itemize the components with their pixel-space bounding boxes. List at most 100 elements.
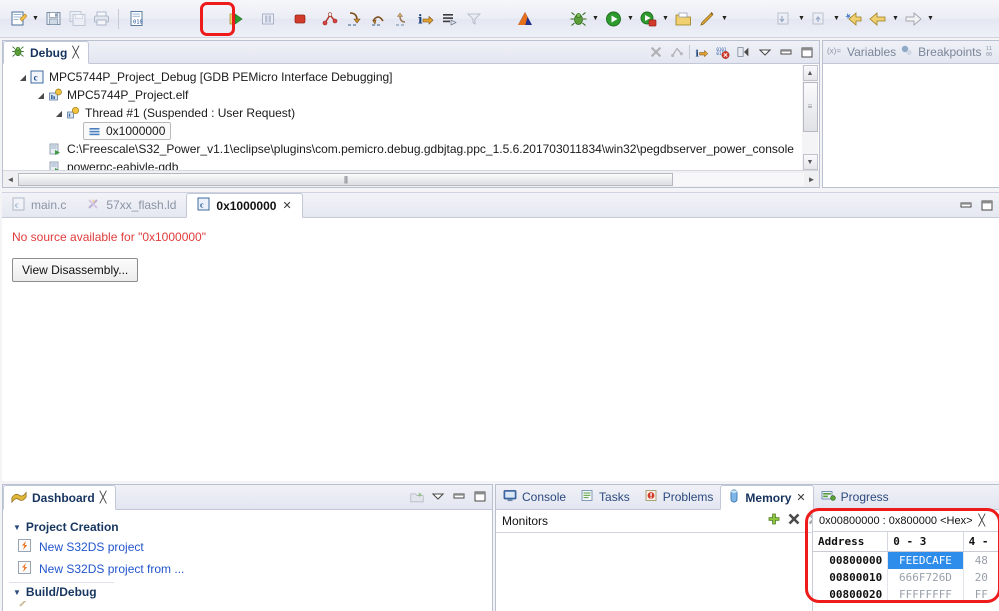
tab-tasks[interactable]: Tasks	[573, 485, 637, 509]
tab-debug[interactable]: Debug ╳	[3, 41, 89, 64]
forward-arrow-icon[interactable]	[901, 7, 925, 31]
bug-icon[interactable]	[566, 7, 590, 31]
tab-dashboard[interactable]: Dashboard ╳	[3, 485, 117, 510]
close-icon[interactable]: ╳	[979, 514, 986, 527]
last-edit-icon[interactable]	[842, 7, 866, 31]
table-row[interactable]: 00800020 FFFFFFFF FF	[813, 586, 999, 603]
tree-row[interactable]: ◢ MPC5744P_Project.elf	[7, 86, 819, 104]
scroll-down-button[interactable]: ▼	[802, 154, 818, 170]
add-monitor-icon[interactable]	[767, 512, 781, 529]
tree-row[interactable]: 0x1000000	[7, 122, 819, 140]
maximize-icon[interactable]	[471, 487, 489, 505]
dashboard-section-project-creation[interactable]: ▼ Project Creation	[9, 518, 492, 536]
dashboard-link-build-all[interactable]	[9, 601, 492, 607]
scrollbar-thumb[interactable]: ≡	[802, 82, 818, 132]
dashboard-section-build-debug[interactable]: ▼ Build/Debug	[9, 582, 114, 601]
expand-twisty-icon[interactable]: ◢	[53, 109, 65, 118]
external-tools-dropdown-arrow[interactable]: ▼	[660, 8, 671, 30]
view-menu-icon[interactable]	[429, 487, 447, 505]
tab-0x1000000[interactable]: c 0x1000000 ✕	[186, 193, 303, 218]
maximize-icon[interactable]	[978, 196, 996, 214]
expand-twisty-icon[interactable]: ◢	[35, 91, 47, 100]
disconnect-icon[interactable]	[318, 7, 342, 31]
instruction-stepping-mode-icon[interactable]: i	[693, 43, 711, 61]
step-over-icon[interactable]	[366, 7, 390, 31]
expand-twisty-icon[interactable]: ◢	[17, 73, 29, 82]
memory-cell[interactable]: 666F726D	[887, 569, 964, 586]
run-icon[interactable]	[601, 7, 625, 31]
open-dashboard-icon[interactable]	[408, 487, 426, 505]
debug-dropdown-arrow[interactable]: ▼	[590, 8, 601, 30]
toggle-step-filters-icon[interactable]: 0101 0110	[714, 43, 732, 61]
remove-monitor-icon[interactable]	[787, 512, 801, 529]
tab-main-c[interactable]: c main.c	[2, 193, 76, 217]
next-annotation-dropdown-arrow[interactable]: ▼	[796, 8, 807, 30]
save-icon[interactable]	[41, 7, 65, 31]
terminate-icon[interactable]	[288, 7, 312, 31]
show-debug-toolbar-icon[interactable]	[735, 43, 753, 61]
pex-mountain-icon[interactable]	[514, 7, 538, 31]
tab-console[interactable]: Console	[496, 485, 573, 509]
resume-icon[interactable]	[224, 7, 248, 31]
table-row[interactable]: 00800010 666F726D 20	[813, 569, 999, 586]
open-folder-icon[interactable]	[671, 7, 695, 31]
table-row[interactable]: 00800000 FEEDCAFE 48	[813, 551, 999, 569]
search-dropdown-arrow[interactable]: ▼	[719, 8, 730, 30]
memory-cell[interactable]: FF	[963, 586, 999, 603]
memory-rendering-tab[interactable]: 0x00800000 : 0x800000 <Hex> ╳	[813, 510, 999, 532]
hex-file-icon[interactable]: 010	[124, 7, 148, 31]
new-file-icon[interactable]	[6, 7, 30, 31]
close-icon[interactable]: ✕	[282, 199, 291, 212]
scrollbar-thumb[interactable]: |||	[18, 172, 673, 186]
back-dropdown-arrow[interactable]: ▼	[890, 8, 901, 30]
memory-column-0-3[interactable]: 0 - 3	[887, 532, 964, 552]
memory-cell[interactable]: FEEDCAFE	[887, 551, 964, 569]
tab-breakpoints[interactable]: Breakpoints	[900, 44, 982, 60]
drop-to-frame-icon[interactable]	[438, 7, 462, 31]
close-icon[interactable]: ╳	[100, 491, 107, 504]
minimize-icon[interactable]	[957, 196, 975, 214]
tree-row[interactable]: C:\Freescale\S32_Power_v1.1\eclipse\plug…	[7, 140, 819, 158]
scrollbar-track[interactable]: |||	[18, 172, 804, 186]
debug-tree-horizontal-scrollbar[interactable]: ◄ ||| ►	[3, 170, 819, 187]
minimize-icon[interactable]	[777, 43, 795, 61]
tab-linker-script[interactable]: 57xx_flash.ld	[76, 193, 186, 217]
tab-progress[interactable]: Progress	[814, 485, 896, 509]
instruction-step-icon[interactable]: i	[414, 7, 438, 31]
close-icon[interactable]: ╳	[72, 46, 79, 59]
new-file-dropdown-arrow[interactable]: ▼	[30, 8, 41, 30]
external-tools-icon[interactable]	[636, 7, 660, 31]
step-return-icon[interactable]	[390, 7, 414, 31]
chevron-down-icon[interactable]: ▼	[13, 523, 21, 532]
tab-variables[interactable]: (x)= Variables	[827, 44, 896, 60]
run-dropdown-arrow[interactable]: ▼	[625, 8, 636, 30]
forward-dropdown-arrow[interactable]: ▼	[925, 8, 936, 30]
memory-column-4-7[interactable]: 4 -	[963, 532, 999, 552]
scroll-right-button[interactable]: ►	[804, 175, 819, 184]
memory-cell[interactable]: FFFFFFFF	[887, 586, 964, 603]
memory-cell[interactable]: 20	[963, 569, 999, 586]
tab-registers[interactable]: 11 00	[986, 44, 996, 60]
tab-problems[interactable]: Problems	[637, 485, 721, 509]
tab-memory[interactable]: Memory ✕	[720, 485, 814, 510]
scroll-up-button[interactable]: ▲	[802, 65, 818, 81]
pencil-search-icon[interactable]	[695, 7, 719, 31]
step-into-icon[interactable]	[342, 7, 366, 31]
view-disassembly-button[interactable]: View Disassembly...	[12, 258, 139, 282]
chevron-down-icon[interactable]: ▼	[13, 588, 21, 597]
view-menu-icon[interactable]	[756, 43, 774, 61]
tree-row[interactable]: ◢ c MPC5744P_Project_Debug [GDB PEMicro …	[7, 68, 819, 86]
minimize-icon[interactable]	[450, 487, 468, 505]
memory-column-address[interactable]: Address	[813, 532, 889, 552]
maximize-icon[interactable]	[798, 43, 816, 61]
tree-row[interactable]: ◢ Thread #1 (Suspended : User Request)	[7, 104, 819, 122]
close-icon[interactable]: ✕	[796, 491, 805, 504]
suspend-icon[interactable]	[256, 7, 280, 31]
memory-cell[interactable]: 48	[963, 551, 999, 569]
prev-annotation-dropdown-arrow[interactable]: ▼	[831, 8, 842, 30]
back-arrow-icon[interactable]	[866, 7, 890, 31]
tree-row[interactable]: powerpc-eabivle-gdb	[7, 158, 819, 170]
dashboard-link-new-project-from[interactable]: New S32DS project from ...	[9, 558, 492, 580]
dashboard-link-new-project[interactable]: New S32DS project	[9, 536, 492, 558]
scroll-left-button[interactable]: ◄	[3, 175, 18, 184]
